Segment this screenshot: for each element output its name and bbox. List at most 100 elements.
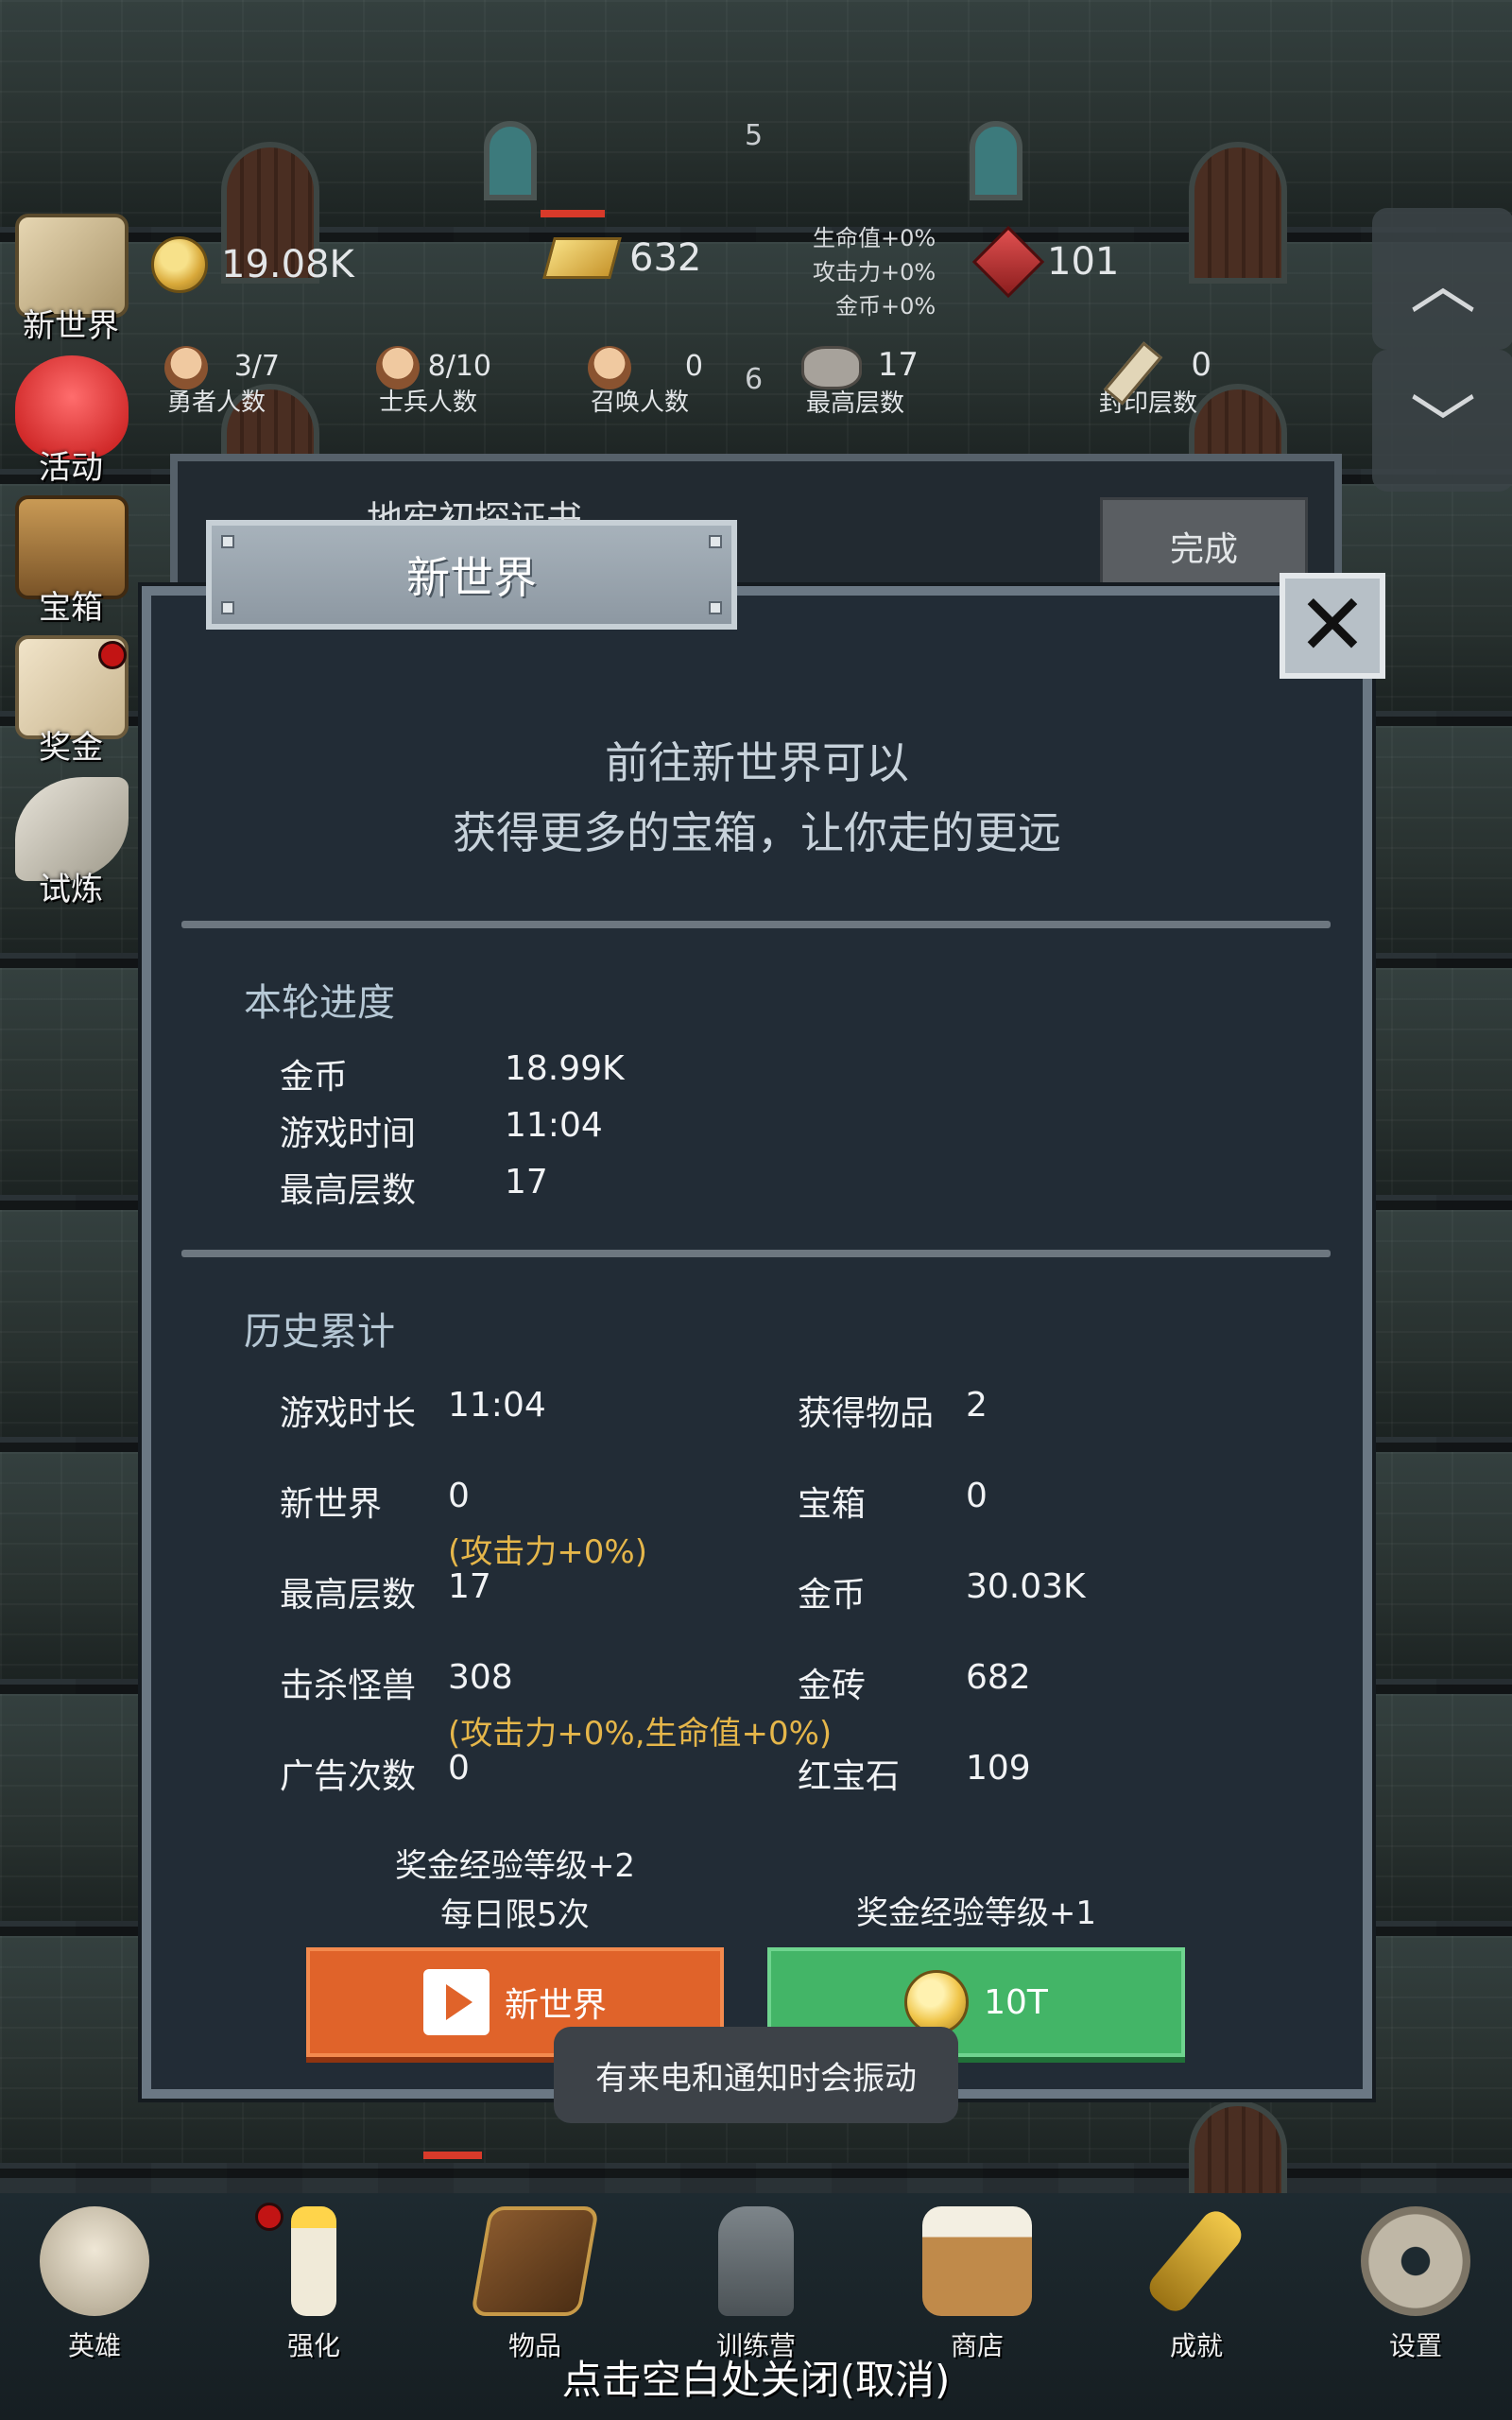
history-ads-label: 广告次数: [280, 1757, 417, 1796]
enemy-hp-bar: [423, 2152, 482, 2159]
mug-icon: [922, 2206, 1032, 2316]
ruby-icon: [971, 225, 1045, 299]
nav-training[interactable]: 训练营: [680, 2203, 832, 2361]
history-floor-label: 最高层数: [280, 1576, 417, 1615]
nav-shop[interactable]: 商店: [902, 2203, 1053, 2361]
video-icon: [422, 1969, 490, 2035]
notification-dot: [255, 2203, 284, 2231]
history-chest-value: 0: [966, 1477, 988, 1515]
history-gold-bar-label: 金砖: [798, 1667, 867, 1705]
hero-count: 3/7 勇者人数: [146, 346, 287, 418]
history-chest-label: 宝箱: [798, 1485, 867, 1524]
current-gold-label: 金币: [280, 1058, 349, 1097]
history-playtime-label: 游戏时长: [280, 1394, 417, 1433]
ruby-stat: 101: [971, 225, 1120, 299]
current-floor-value: 17: [505, 1163, 548, 1201]
side-menu-new-world[interactable]: 新世界: [0, 214, 142, 346]
dialog-title: 新世界: [206, 520, 737, 630]
side-menu-trial[interactable]: 试炼: [0, 777, 142, 909]
history-kills-value: 308: [448, 1658, 513, 1697]
key-icon: [1143, 2204, 1247, 2318]
nav-items[interactable]: 物品: [459, 2203, 610, 2361]
chevron-up-icon: ︿: [1410, 245, 1476, 323]
history-items-label: 获得物品: [798, 1394, 935, 1433]
hp-buff: 生命值+0%: [813, 225, 936, 251]
dungeon-window: [970, 121, 1022, 200]
history-gold-label: 金币: [798, 1576, 867, 1615]
gold-bar-value: 632: [629, 236, 702, 280]
rivet: [709, 601, 722, 614]
side-menu-bonus[interactable]: 奖金: [0, 635, 142, 768]
attack-buff: 攻击力+0%: [813, 259, 936, 285]
rivet: [709, 535, 722, 548]
current-time-value: 11:04: [505, 1106, 603, 1145]
coin-icon: [151, 236, 208, 293]
soldier-count: 8/10 士兵人数: [357, 346, 499, 418]
rock-icon: [801, 346, 862, 389]
history-gold-value: 30.03K: [966, 1567, 1086, 1606]
gear-icon: [1361, 2206, 1470, 2316]
gold-bar-stat: 632: [542, 236, 702, 280]
history-playtime-value: 11:04: [448, 1386, 546, 1425]
gold-buff: 金币+0%: [835, 293, 936, 320]
pay-option-caption: 奖金经验等级+1: [855, 1894, 1097, 1932]
scroll-down-button[interactable]: ﹀: [1372, 350, 1512, 492]
history-kills-label: 击杀怪兽: [280, 1667, 417, 1705]
history-new-world-value: 0: [448, 1477, 470, 1515]
ad-option-caption: 奖金经验等级+2 每日限5次: [394, 1847, 636, 1934]
max-floor-stat: 17 最高层数: [784, 346, 926, 419]
floor-number: 5: [745, 119, 764, 152]
candle-icon: [291, 2206, 336, 2316]
book-icon: [470, 2206, 600, 2316]
sealed-floor-stat: 0 封印层数: [1077, 341, 1219, 419]
close-button[interactable]: ✕: [1280, 573, 1385, 679]
summon-count: 0 召唤人数: [569, 346, 711, 418]
history-gold-bar-value: 682: [966, 1658, 1031, 1697]
hero-face-icon: [164, 346, 208, 389]
dialog-intro: 前往新世界可以 获得更多的宝箱，让你走的更远: [453, 737, 1061, 858]
quest-complete-button[interactable]: 完成: [1100, 497, 1308, 596]
nav-upgrade[interactable]: 强化: [238, 2203, 389, 2361]
history-ruby-value: 109: [966, 1749, 1031, 1788]
side-menu-chest[interactable]: 宝箱: [0, 495, 142, 628]
tap-to-close-hint[interactable]: 点击空白处关闭(取消): [0, 2348, 1512, 2406]
summon-face-icon: [588, 346, 631, 389]
history-ads-value: 0: [448, 1749, 470, 1788]
new-world-bonus: (攻击力+0%): [448, 1533, 647, 1571]
divider: [181, 1250, 1331, 1257]
scroll-up-button[interactable]: ︿: [1372, 208, 1512, 350]
gold-stat: 19.08K: [151, 236, 354, 293]
skull-icon: [40, 2206, 149, 2316]
lantern-icon: [718, 2206, 794, 2316]
history-floor-value: 17: [448, 1567, 491, 1606]
close-icon: ✕: [1297, 576, 1368, 675]
nav-settings[interactable]: 设置: [1340, 2203, 1491, 2361]
soldier-face-icon: [376, 346, 420, 389]
current-progress-title: 本轮进度: [244, 981, 395, 1025]
rivet: [221, 601, 234, 614]
coin-icon: [904, 1970, 970, 2034]
current-floor-label: 最高层数: [280, 1171, 417, 1210]
population-bar: 3/7 勇者人数 8/10 士兵人数 0 召唤人数 17 最高层数 0 封印层数: [132, 340, 1370, 454]
chevron-down-icon: ﹀: [1410, 387, 1476, 465]
dungeon-window: [484, 121, 537, 200]
ruby-value: 101: [1047, 240, 1120, 284]
kills-bonus: (攻击力+0%,生命值+0%): [448, 1715, 833, 1753]
vibration-toast: 有来电和通知时会振动: [554, 2027, 958, 2123]
history-title: 历史累计: [244, 1310, 395, 1354]
rivet: [221, 535, 234, 548]
gold-value: 19.08K: [221, 243, 354, 286]
history-ruby-label: 红宝石: [798, 1757, 901, 1796]
side-menu-activity[interactable]: 活动: [0, 355, 142, 488]
history-items-value: 2: [966, 1386, 988, 1425]
nav-heroes[interactable]: 英雄: [19, 2203, 170, 2361]
current-gold-value: 18.99K: [505, 1049, 625, 1088]
history-new-world-label: 新世界: [280, 1485, 383, 1524]
buff-list: 生命值+0% 攻击力+0% 金币+0%: [813, 221, 936, 323]
resource-bar: 19.08K 632 生命值+0% 攻击力+0% 金币+0% 101: [132, 208, 1370, 321]
notification-dot: [98, 641, 127, 669]
nav-achievements[interactable]: 成就: [1121, 2203, 1272, 2361]
gold-bar-icon: [542, 237, 622, 279]
current-time-label: 游戏时间: [280, 1115, 417, 1153]
divider: [181, 921, 1331, 928]
